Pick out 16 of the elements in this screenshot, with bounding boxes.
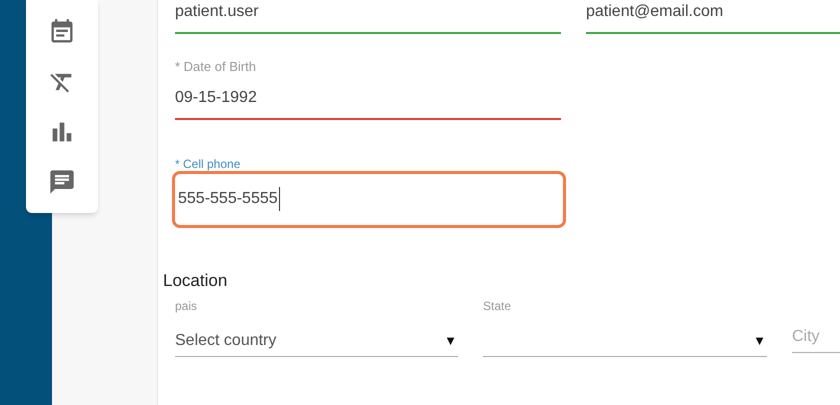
date-field[interactable]: * Date of Birth 09-15-1992 bbox=[175, 57, 561, 120]
city-field[interactable]: City bbox=[792, 321, 840, 353]
dropdown-arrow: ▼ bbox=[753, 332, 766, 350]
section-title: Location bbox=[163, 270, 228, 292]
field-label: * Cell phone bbox=[175, 158, 240, 170]
select-field[interactable]: Select country ▼ bbox=[175, 325, 458, 357]
select-field[interactable]: ▼ bbox=[483, 325, 767, 357]
field-value: 09-15-1992 bbox=[175, 88, 257, 108]
message-icon[interactable] bbox=[48, 168, 76, 196]
field-label: * Date of Birth bbox=[175, 58, 256, 76]
text-field[interactable]: patient@email.com bbox=[586, 0, 840, 34]
field-label: pais bbox=[175, 298, 198, 315]
field-label: State bbox=[483, 298, 512, 315]
dropdown-arrow: ▼ bbox=[444, 332, 457, 350]
phone-field[interactable]: 555-555-5555 bbox=[172, 170, 566, 228]
text-field[interactable]: patient.user bbox=[175, 0, 561, 34]
